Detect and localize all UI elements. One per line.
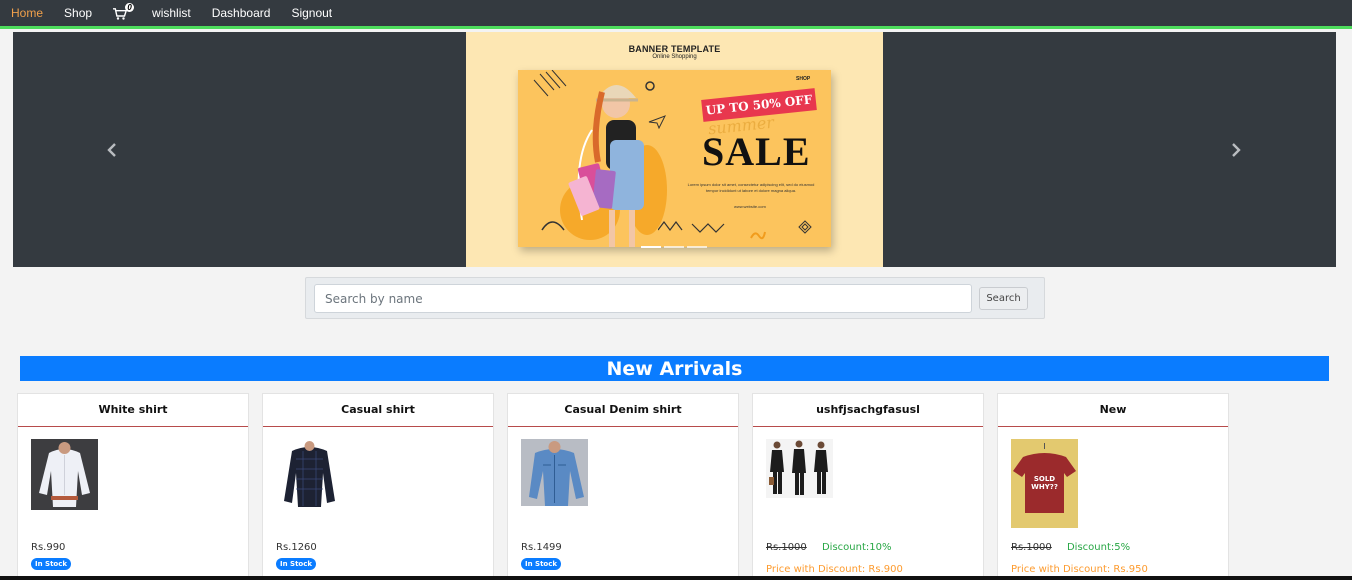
- shopping-woman-illustration: [533, 70, 667, 247]
- product-price: Rs.1260: [276, 542, 317, 553]
- discount-label: Discount:10%: [821, 542, 892, 553]
- swirl-decoration: [750, 231, 766, 240]
- carousel-indicator-1[interactable]: [641, 246, 661, 248]
- nav-shop[interactable]: Shop: [64, 6, 92, 20]
- product-image[interactable]: SOLD WHY??: [1011, 439, 1078, 528]
- svg-text:SOLD: SOLD: [1034, 475, 1055, 483]
- carousel-slide[interactable]: BANNER TEMPLATE Online Shopping SHOP UP …: [466, 32, 883, 267]
- product-price: Rs.1499: [521, 542, 562, 553]
- nav-signout[interactable]: Signout: [291, 6, 332, 20]
- cart-count-badge: 0: [125, 3, 135, 12]
- product-price-row: Rs.1000 Discount:10%: [766, 542, 891, 553]
- sale-headline: SALE: [702, 129, 811, 174]
- stock-badge: In Stock: [276, 558, 317, 570]
- stock-badge: In Stock: [31, 558, 72, 570]
- banner-title: BANNER TEMPLATE: [628, 44, 721, 54]
- product-price-row: Rs.1000 Discount:5%: [1011, 542, 1130, 553]
- section-title: New Arrivals: [20, 356, 1329, 381]
- carousel-indicator-3[interactable]: [687, 246, 707, 248]
- discounted-price: Price with Discount: Rs.900: [766, 564, 903, 575]
- nav-cart[interactable]: 0: [113, 3, 135, 20]
- product-name: Casual shirt: [263, 394, 493, 427]
- banner-carousel: BANNER TEMPLATE Online Shopping SHOP UP …: [13, 32, 1336, 267]
- product-card[interactable]: New SOLD WHY?? Rs.1000 Discount:5% Price…: [997, 393, 1229, 580]
- product-name: White shirt: [18, 394, 248, 427]
- product-name: Casual Denim shirt: [508, 394, 738, 427]
- diamond-icon: [798, 220, 812, 234]
- product-name: New: [998, 394, 1228, 427]
- sale-banner-image: SHOP UP TO 50% OFF summer SALE Lorem ips…: [518, 70, 831, 247]
- search-bar: Search: [305, 277, 1045, 319]
- product-price: Rs.990: [31, 542, 66, 553]
- chevron-left-icon: [107, 143, 116, 157]
- nav-wishlist[interactable]: wishlist: [152, 6, 191, 20]
- shop-logo: SHOP: [796, 76, 811, 82]
- banner-body-text: Lorem ipsum dolor sit amet, consectetur …: [687, 182, 815, 193]
- product-card[interactable]: ushfjsachgfasusl Rs.1000 Discount:10% Pr…: [752, 393, 984, 580]
- original-price: Rs.1000: [766, 542, 807, 553]
- carousel-prev-button[interactable]: [106, 142, 118, 158]
- zigzag-decoration: [658, 221, 725, 233]
- original-price: Rs.1000: [1011, 542, 1052, 553]
- carousel-next-button[interactable]: [1230, 142, 1242, 158]
- product-card[interactable]: Casual shirt Rs.1260 In Stock: [262, 393, 494, 580]
- discount-label: Discount:5%: [1066, 542, 1131, 553]
- product-name: ushfjsachgfasusl: [753, 394, 983, 427]
- top-navbar: Home Shop 0 wishlist Dashboard Signout: [0, 0, 1352, 26]
- cart-icon: 0: [113, 3, 135, 20]
- window-bottom-edge: [0, 576, 1352, 580]
- nav-home[interactable]: Home: [11, 6, 43, 20]
- product-card[interactable]: Casual Denim shirt Rs.1499 In Stock: [507, 393, 739, 580]
- product-image[interactable]: [766, 439, 833, 498]
- search-input[interactable]: [314, 284, 972, 313]
- nav-accent-line: [0, 26, 1352, 29]
- svg-text:WHY??: WHY??: [1031, 483, 1058, 491]
- carousel-indicator-2[interactable]: [664, 246, 684, 248]
- stock-badge: In Stock: [521, 558, 562, 570]
- product-image[interactable]: [521, 439, 588, 506]
- nav-dashboard[interactable]: Dashboard: [212, 6, 271, 20]
- banner-website: www.website.com: [734, 204, 766, 209]
- carousel-indicators: [641, 246, 707, 248]
- product-image[interactable]: [31, 439, 98, 510]
- search-button[interactable]: Search: [979, 287, 1028, 310]
- product-card[interactable]: White shirt Rs.990 In Stock: [17, 393, 249, 580]
- product-grid: White shirt Rs.990 In Stock Casual shirt…: [17, 393, 1242, 580]
- paper-plane-icon: [648, 115, 666, 129]
- banner-subtitle: Online Shopping: [652, 54, 697, 60]
- chevron-right-icon: [1232, 143, 1241, 157]
- product-image[interactable]: [276, 439, 343, 510]
- discounted-price: Price with Discount: Rs.950: [1011, 564, 1148, 575]
